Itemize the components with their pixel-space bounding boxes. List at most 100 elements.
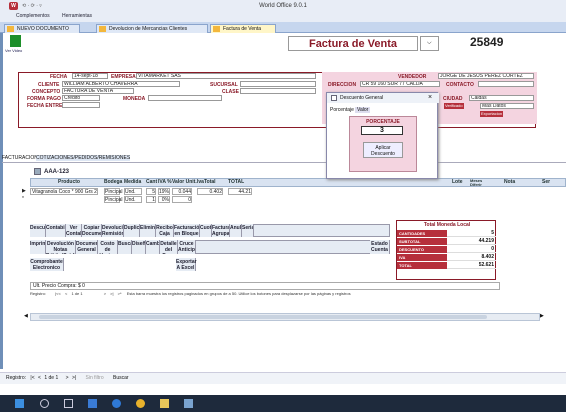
- verificado-checkbox[interactable]: Verificado: [444, 103, 464, 109]
- tab-nuevo-documento[interactable]: NUEVO DOCUMENTO: [4, 24, 80, 33]
- row1-valor-unit[interactable]: 0.044: [172, 188, 192, 195]
- windows-start-icon[interactable]: [15, 399, 24, 408]
- empresa-field[interactable]: VITAMARKET SAS: [136, 73, 316, 79]
- bottom-last-icon[interactable]: >|: [72, 375, 76, 381]
- tab-porcentaje[interactable]: Porcentaje: [330, 107, 354, 113]
- vendedor-field[interactable]: JORGE DE JESUS PEREZ CORTEZ: [438, 73, 534, 79]
- task-view-icon[interactable]: [64, 399, 73, 408]
- search-icon[interactable]: [40, 399, 49, 408]
- action-cambios[interactable]: Cambios: [146, 240, 160, 254]
- row1-bodega[interactable]: Pincipal: [104, 188, 123, 195]
- fecha-entrega-field[interactable]: [62, 102, 100, 108]
- porcentaje-input[interactable]: 3: [361, 126, 403, 135]
- col-medida[interactable]: Medida: [124, 179, 141, 185]
- fecha-field[interactable]: 14-sept-18: [72, 73, 108, 79]
- store-icon[interactable]: [88, 399, 97, 408]
- row2-valor-unit[interactable]: 0: [172, 196, 192, 203]
- col-cant[interactable]: Cant: [146, 179, 157, 185]
- action-dise-ar[interactable]: Diseñar: [132, 240, 146, 254]
- action-ver-contab[interactable]: Ver Contab: [66, 224, 82, 237]
- col-iva-total[interactable]: IvaTotal: [197, 179, 216, 185]
- scroll-right-icon[interactable]: ▶: [540, 313, 544, 319]
- row1-medida[interactable]: Und.: [124, 188, 142, 195]
- action-recibo-caja[interactable]: Recibo Caja: [156, 224, 174, 237]
- nav-position[interactable]: 1 de 1: [71, 291, 82, 296]
- tab-facturacion[interactable]: FACTURACION: [2, 155, 38, 161]
- action-eliminar[interactable]: Eliminar: [140, 224, 156, 237]
- scroll-left-icon[interactable]: ◀: [24, 313, 28, 319]
- row1-producto[interactable]: Vitagranola Coco * 900 Grs 2!: [30, 188, 98, 195]
- menu-herramientas[interactable]: Herramientas: [62, 13, 92, 19]
- concepto-field[interactable]: FACTURA DE VENTA: [62, 88, 134, 94]
- row1-cant[interactable]: 5: [146, 188, 156, 195]
- tab-factura-venta[interactable]: Factura de Venta: [210, 24, 276, 33]
- action-cruce-anticipo[interactable]: Cruce Anticipo: [178, 240, 196, 254]
- tab-devolucion[interactable]: Devolucion de Mercancias Clientes: [96, 24, 208, 33]
- action-copiar-documento[interactable]: Copiar Documento: [82, 224, 102, 237]
- action-duplicar[interactable]: Duplicar: [124, 224, 140, 237]
- bottom-next-icon[interactable]: >: [66, 375, 69, 381]
- moneda-field[interactable]: [148, 95, 222, 101]
- row1-iva-total[interactable]: 0.402: [197, 188, 223, 195]
- action-detalle-del-pago[interactable]: Detalle del Pago: [160, 240, 178, 254]
- action-factura-agrupada[interactable]: Factura Agrupada: [212, 224, 230, 237]
- col-total[interactable]: TOTAL: [228, 179, 244, 185]
- bottom-search[interactable]: Buscar: [113, 375, 129, 381]
- action-buscar[interactable]: Buscar: [118, 240, 132, 254]
- col-valor-unit[interactable]: Valor Unit.: [172, 179, 197, 185]
- nav-new-icon[interactable]: >*: [118, 291, 122, 296]
- world-office-taskbar-icon[interactable]: [184, 399, 193, 408]
- document-type-dropdown[interactable]: ⌵: [420, 36, 439, 51]
- action-devoluci-n-notas-d-bito-cr-dito[interactable]: Devolución Notas Débito/Crédito: [46, 240, 76, 254]
- mas-datos-button[interactable]: Mas Datos: [480, 103, 534, 109]
- action-anular[interactable]: Anular: [230, 224, 242, 237]
- bottom-position[interactable]: 1 de 1: [44, 375, 58, 381]
- forma-pago-field[interactable]: Credito: [62, 95, 100, 101]
- action-imprimir[interactable]: Imprimir: [30, 240, 46, 254]
- action-facturaci-n-en-bloque[interactable]: Facturación en Bloque: [174, 224, 200, 237]
- horizontal-scrollbar[interactable]: [30, 313, 540, 321]
- row2-bodega[interactable]: Pincipal: [104, 196, 123, 203]
- estado-cuenta-button[interactable]: Estado Cuenta: [370, 240, 390, 254]
- bottom-prev-icon[interactable]: <: [38, 375, 41, 381]
- col-bodega[interactable]: Bodega: [104, 179, 122, 185]
- ver-video-link[interactable]: Ver Video: [5, 48, 22, 53]
- tab-valor[interactable]: Valor: [355, 107, 371, 113]
- action-documento-general[interactable]: Documento General: [76, 240, 98, 254]
- action-seriales[interactable]: Seriales: [242, 224, 254, 237]
- bottom-first-icon[interactable]: |<: [30, 375, 34, 381]
- comprobante-electronico-button[interactable]: Comprobante Electronico: [30, 258, 64, 271]
- close-icon[interactable]: ×: [428, 94, 432, 101]
- row2-medida[interactable]: Und.: [124, 196, 142, 203]
- aplicar-descuento-button[interactable]: Aplicar Descuento: [363, 142, 403, 158]
- cliente-field[interactable]: WILLIAM ALBERTO CHAVERRA: [62, 81, 180, 87]
- ciudad-field[interactable]: Caldas: [469, 95, 534, 101]
- action-descuento[interactable]: Descuento: [30, 224, 46, 237]
- action-contabilizar[interactable]: Contabilizar: [46, 224, 66, 237]
- nav-next-icon[interactable]: >: [104, 291, 106, 296]
- exportacion-checkbox[interactable]: Exportacion: [480, 111, 504, 117]
- row1-total[interactable]: 44.21: [228, 188, 252, 195]
- action-costo-de-ventas[interactable]: Costo de Ventas: [98, 240, 118, 254]
- col-lote[interactable]: Lote: [452, 179, 463, 185]
- file-explorer-icon[interactable]: [160, 399, 169, 408]
- col-meses-diferir[interactable]: Meses Diferir: [470, 179, 492, 187]
- clase-field[interactable]: [240, 88, 316, 94]
- action-devolucion-remisi-n[interactable]: Devolucion Remisión: [102, 224, 124, 237]
- col-iva[interactable]: IVA %: [158, 179, 172, 185]
- direccion-field[interactable]: CR 59 160 SUR 77 CALDA: [360, 81, 440, 87]
- action-cuotas[interactable]: Cuotas: [200, 224, 212, 237]
- nav-first-icon[interactable]: |<<: [55, 291, 61, 296]
- tab-cotizaciones[interactable]: COTIZACIONES/PEDIDOS/REMISIONES: [36, 155, 131, 161]
- col-nota[interactable]: Nota: [504, 179, 515, 185]
- sucursal-field[interactable]: [240, 81, 316, 87]
- edge-browser-icon[interactable]: [112, 399, 121, 408]
- scroll-thumb[interactable]: [39, 315, 487, 319]
- nav-last-icon[interactable]: >|: [110, 291, 113, 296]
- row2-cant[interactable]: 1: [146, 196, 156, 203]
- contacto-field[interactable]: [478, 81, 534, 87]
- nav-prev-icon[interactable]: <: [65, 291, 67, 296]
- row1-iva[interactable]: 19%: [158, 188, 170, 195]
- menu-complementos[interactable]: Complementos: [16, 13, 50, 19]
- col-producto[interactable]: Producto: [58, 179, 80, 185]
